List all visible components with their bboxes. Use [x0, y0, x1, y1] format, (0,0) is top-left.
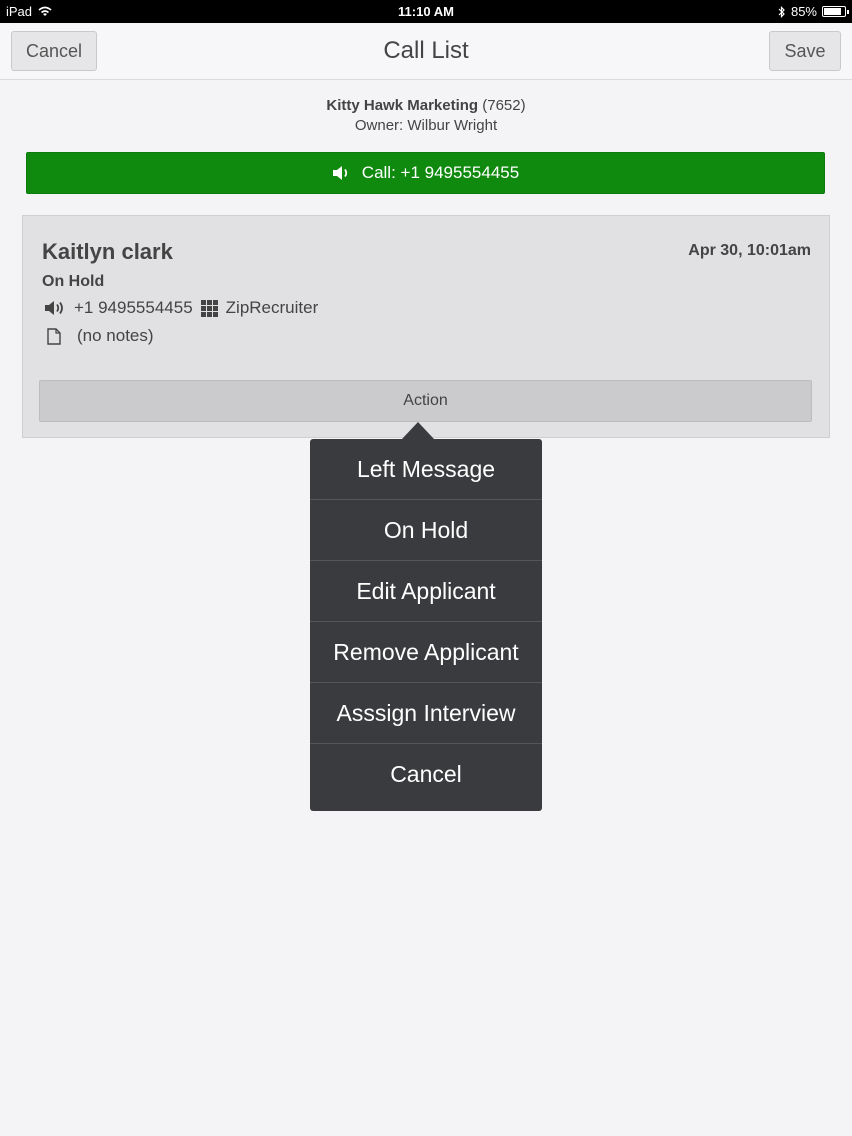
menu-item-edit-applicant[interactable]: Edit Applicant: [310, 561, 542, 622]
contact-notes: (no notes): [77, 326, 154, 345]
company-owner: Owner: Wilbur Wright: [354, 117, 498, 134]
contact-source: ZipRecruiter: [225, 298, 319, 317]
grid-icon: [200, 299, 218, 317]
status-bar: iPad 11:10 AM 85%: [0, 0, 852, 23]
menu-item-on-hold[interactable]: On Hold: [310, 500, 542, 561]
battery-percent: 85%: [790, 4, 817, 19]
contact-name: Kaitlyn clark: [42, 239, 173, 264]
navigation-bar: Cancel Call List Save: [0, 23, 852, 80]
menu-item-assign-interview[interactable]: Asssign Interview: [310, 683, 542, 744]
company-header: Kitty Hawk Marketing (7652) Owner: Wilbu…: [0, 97, 852, 134]
company-line: Kitty Hawk Marketing (7652): [0, 97, 852, 114]
battery-icon: [822, 6, 849, 17]
popover-arrow: [402, 422, 434, 439]
menu-item-remove-applicant[interactable]: Remove Applicant: [310, 622, 542, 683]
menu-item-left-message[interactable]: Left Message: [310, 439, 542, 500]
battery-fill: [824, 8, 841, 15]
status-bar-right: 85%: [778, 4, 849, 19]
document-icon: [47, 327, 61, 345]
contact-card: Kaitlyn clark Apr 30, 10:01am On Hold +1…: [22, 215, 830, 438]
action-menu: Left Message On Hold Edit Applicant Remo…: [310, 439, 542, 811]
speaker-icon: [44, 300, 66, 316]
company-name: Kitty Hawk Marketing: [326, 97, 479, 114]
action-button[interactable]: Action: [39, 380, 812, 422]
save-button[interactable]: Save: [769, 31, 841, 71]
menu-item-cancel[interactable]: Cancel: [310, 744, 542, 805]
contact-date: Apr 30, 10:01am: [688, 242, 811, 259]
call-button-label: Call: +1 9495554455: [361, 163, 520, 182]
contact-status: On Hold: [42, 273, 105, 290]
bluetooth-icon: [778, 5, 786, 18]
contact-notes-row: (no notes): [47, 326, 154, 346]
speaker-icon: [332, 165, 352, 181]
contact-phone[interactable]: +1 9495554455: [74, 298, 193, 318]
contact-phone-row: +1 9495554455 ZipRecruiter: [44, 298, 318, 318]
call-button[interactable]: Call: +1 9495554455: [26, 152, 825, 194]
status-time: 11:10 AM: [398, 4, 454, 19]
page-title: Call List: [383, 37, 469, 64]
company-id: (7652): [482, 97, 526, 114]
